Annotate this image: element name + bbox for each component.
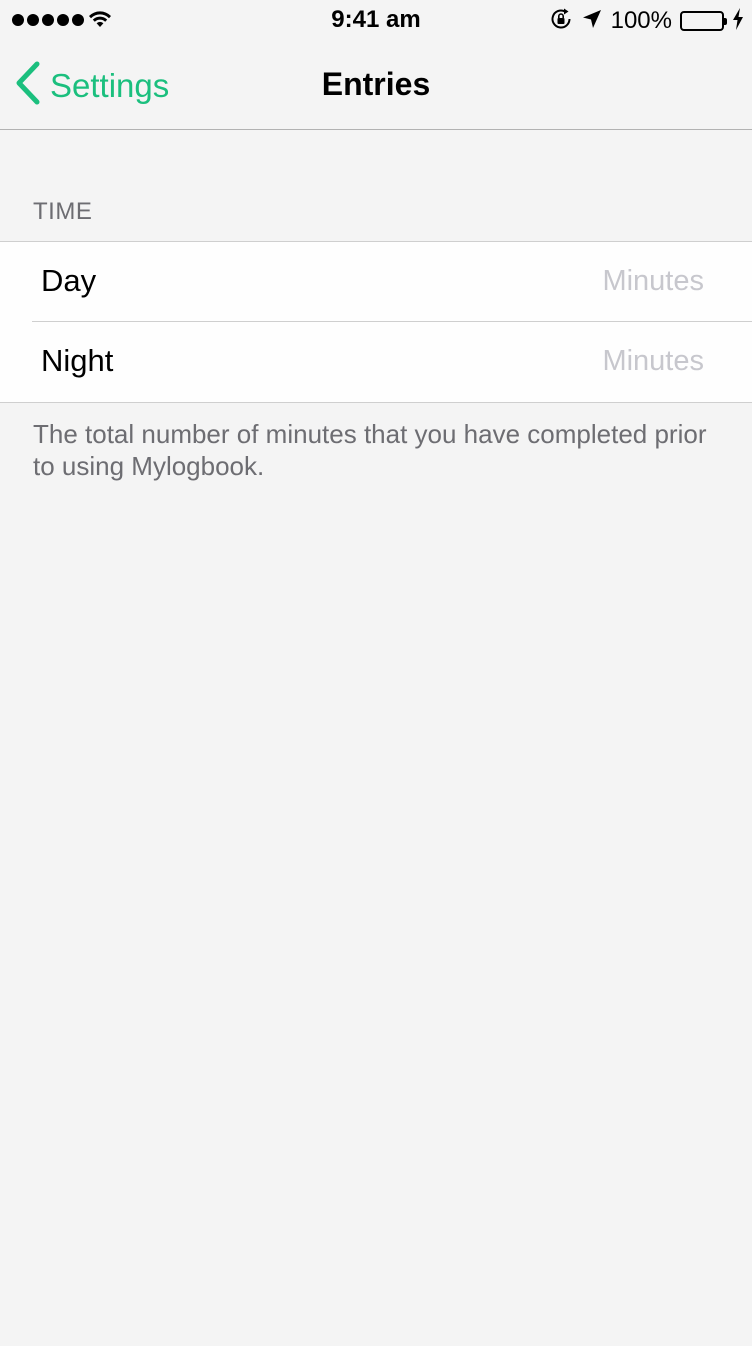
location-arrow-icon (581, 8, 603, 35)
battery-percent: 100% (610, 7, 672, 34)
table-row-day: Day (0, 242, 752, 322)
section-footer-note: The total number of minutes that you hav… (33, 419, 707, 481)
status-right-group: 100% (549, 7, 744, 35)
night-minutes-input[interactable] (404, 341, 704, 381)
navigation-bar: Settings Entries (0, 40, 752, 130)
time-entries-table: Day Night (0, 241, 752, 403)
page-title: Entries (321, 66, 431, 102)
section-header-time: TIME (33, 198, 93, 225)
status-bar: 9:41 am 100% (0, 0, 752, 40)
entries-screen: 9:41 am 100% Settings Entries TIME Day M… (0, 0, 752, 1346)
day-minutes-input[interactable] (404, 261, 704, 301)
rotation-lock-icon (549, 7, 573, 36)
charging-bolt-icon (732, 7, 744, 35)
night-label: Night (41, 343, 114, 378)
day-label: Day (41, 263, 97, 298)
table-row-night: Night (0, 322, 752, 402)
battery-icon (680, 11, 727, 31)
